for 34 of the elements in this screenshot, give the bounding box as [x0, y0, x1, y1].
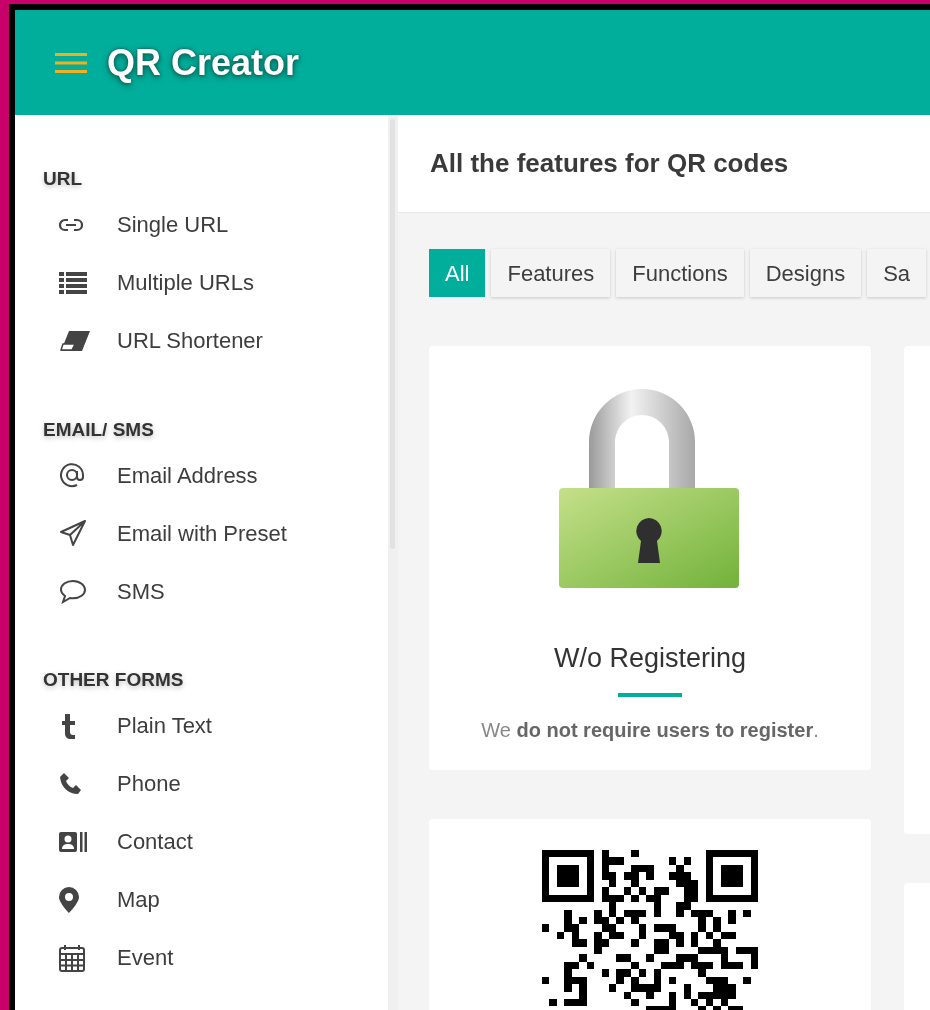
sidebar-item[interactable]: URL Shortener: [43, 325, 263, 356]
eraser-icon: [59, 329, 91, 352]
app-title: QR Creator: [107, 40, 300, 85]
sidebar-item[interactable]: Event: [43, 942, 174, 973]
section-heading: URL: [43, 167, 83, 191]
filter-tab[interactable]: Features: [491, 249, 611, 297]
phone-icon: [59, 771, 83, 796]
paper-plane-icon: [59, 519, 87, 547]
link-icon: [59, 217, 83, 232]
section-heading: EMAIL/ SMS: [43, 417, 154, 442]
filter-tab[interactable]: Functions: [616, 249, 744, 297]
sidebar-item[interactable]: Map: [43, 884, 160, 915]
sidebar-item[interactable]: Single URL: [43, 209, 229, 240]
speech-bubble-icon: [59, 578, 87, 604]
sidebar-item[interactable]: SMS: [43, 576, 165, 606]
menu-icon[interactable]: [55, 51, 87, 74]
calendar-icon: [59, 943, 85, 972]
sidebar-item[interactable]: Contact: [43, 826, 193, 857]
sidebar-item[interactable]: Email with Preset: [43, 518, 287, 548]
contact-card-icon: [59, 831, 87, 852]
sidebar-item[interactable]: Plain Text: [43, 710, 212, 741]
list-icon: [59, 271, 87, 294]
sidebar-item[interactable]: Email Address: [43, 460, 258, 490]
filter-tab[interactable]: Designs: [749, 249, 862, 297]
letter-t-icon: [59, 712, 77, 739]
page-title: All the features for QR codes: [430, 147, 789, 180]
sidebar-item[interactable]: Multiple URLs: [43, 267, 254, 298]
at-sign-icon: [59, 462, 85, 488]
card-title: W/o Registering: [553, 642, 747, 675]
section-heading: OTHER FORMS: [43, 668, 184, 692]
card-description: We do not require users to register.: [481, 717, 819, 743]
filter-tab[interactable]: Sa: [867, 249, 927, 297]
map-pin-icon: [59, 886, 79, 913]
sidebar-item[interactable]: Phone: [43, 768, 181, 799]
